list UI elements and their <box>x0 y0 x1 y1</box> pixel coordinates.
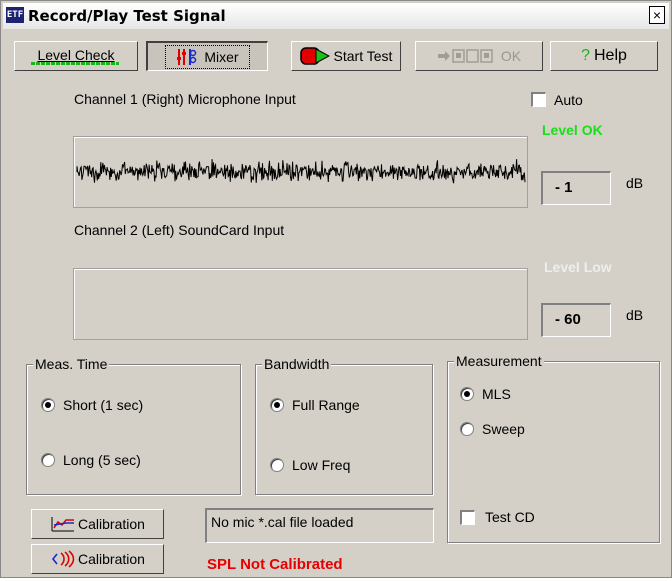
level-check-button[interactable]: Level Check <box>14 41 138 71</box>
channel2-waveform <box>73 268 528 340</box>
bandwidth-full-range-radio[interactable] <box>270 398 284 412</box>
close-button[interactable]: × <box>649 6 665 24</box>
start-test-icon <box>299 47 330 65</box>
mixer-label: Mixer <box>204 48 239 65</box>
mic-calibration-icon <box>51 517 75 532</box>
app-icon: ETF <box>6 7 24 23</box>
channel2-label: Channel 2 (Left) SoundCard Input <box>74 222 285 238</box>
bandwidth-low-freq-radio[interactable] <box>270 458 284 472</box>
export-disabled-icon <box>437 49 493 63</box>
measurement-mls-label: MLS <box>482 386 511 402</box>
auto-checkbox[interactable] <box>531 92 546 107</box>
measurement-title: Measurement <box>454 353 544 369</box>
channel2-level-value: - 60 <box>541 303 611 337</box>
meas-time-short-radio[interactable] <box>41 398 55 412</box>
measurement-mls-option[interactable]: MLS <box>460 386 511 402</box>
measurement-sweep-label: Sweep <box>482 421 525 437</box>
meas-time-title: Meas. Time <box>33 356 110 372</box>
channel2-unit: dB <box>626 307 644 323</box>
start-test-label: Start Test <box>333 48 393 64</box>
meas-time-long-option[interactable]: Long (5 sec) <box>41 452 141 468</box>
speaker-waves-icon <box>52 550 75 568</box>
channel1-waveform-trace <box>76 159 526 184</box>
meas-time-short-label: Short (1 sec) <box>63 397 144 413</box>
mixer-button[interactable]: Mixer <box>146 41 268 71</box>
mixer-sliders-icon <box>177 48 197 65</box>
channel1-unit: dB <box>626 175 644 191</box>
meas-time-group: Meas. Time Short (1 sec) Long (5 sec) <box>26 356 241 495</box>
ok-label: OK <box>500 48 522 64</box>
bandwidth-low-freq-option[interactable]: Low Freq <box>270 457 350 473</box>
channel1-level-value: - 1 <box>541 171 611 205</box>
help-label: Help <box>594 47 627 64</box>
channel1-label: Channel 1 (Right) Microphone Input <box>74 91 296 107</box>
bandwidth-group: Bandwidth Full Range Low Freq <box>255 356 433 495</box>
start-test-button[interactable]: Start Test <box>291 41 401 71</box>
soundcard-calibration-label: Calibration <box>78 551 145 567</box>
title-bar[interactable]: ETF Record/Play Test Signal × <box>3 3 669 29</box>
measurement-mls-radio[interactable] <box>460 387 474 401</box>
soundcard-calibration-button[interactable]: Calibration <box>31 544 164 574</box>
bandwidth-full-range-option[interactable]: Full Range <box>270 397 360 413</box>
window-title: Record/Play Test Signal <box>28 7 226 25</box>
ok-button[interactable]: OK <box>415 41 543 71</box>
measurement-group: Measurement MLS Sweep Test CD <box>447 353 660 543</box>
cal-file-status-field: No mic *.cal file loaded <box>205 508 434 543</box>
mic-calibration-button[interactable]: Calibration <box>31 509 164 539</box>
channel2-level-status: Level Low <box>544 259 612 275</box>
help-button[interactable]: ? Help <box>550 41 658 71</box>
channel1-waveform <box>73 136 528 208</box>
meas-time-long-label: Long (5 sec) <box>63 452 141 468</box>
mic-calibration-label: Calibration <box>78 516 145 532</box>
bandwidth-full-range-label: Full Range <box>292 397 360 413</box>
measurement-sweep-option[interactable]: Sweep <box>460 421 525 437</box>
help-icon: ? <box>581 47 590 64</box>
auto-label: Auto <box>554 92 583 108</box>
measurement-sweep-radio[interactable] <box>460 422 474 436</box>
test-cd-checkbox[interactable] <box>460 510 475 525</box>
meas-time-short-option[interactable]: Short (1 sec) <box>41 397 143 413</box>
spl-calibration-status: SPL Not Calibrated <box>207 556 343 573</box>
bandwidth-low-freq-label: Low Freq <box>292 457 351 473</box>
channel1-waveform-path <box>76 159 526 184</box>
test-cd-label: Test CD <box>485 509 535 525</box>
bandwidth-title: Bandwidth <box>262 356 332 372</box>
meas-time-long-radio[interactable] <box>41 453 55 467</box>
level-meter-icon <box>31 62 119 65</box>
record-play-dialog: ETF Record/Play Test Signal × Level Chec… <box>0 0 672 578</box>
channel1-level-status: Level OK <box>542 122 603 138</box>
